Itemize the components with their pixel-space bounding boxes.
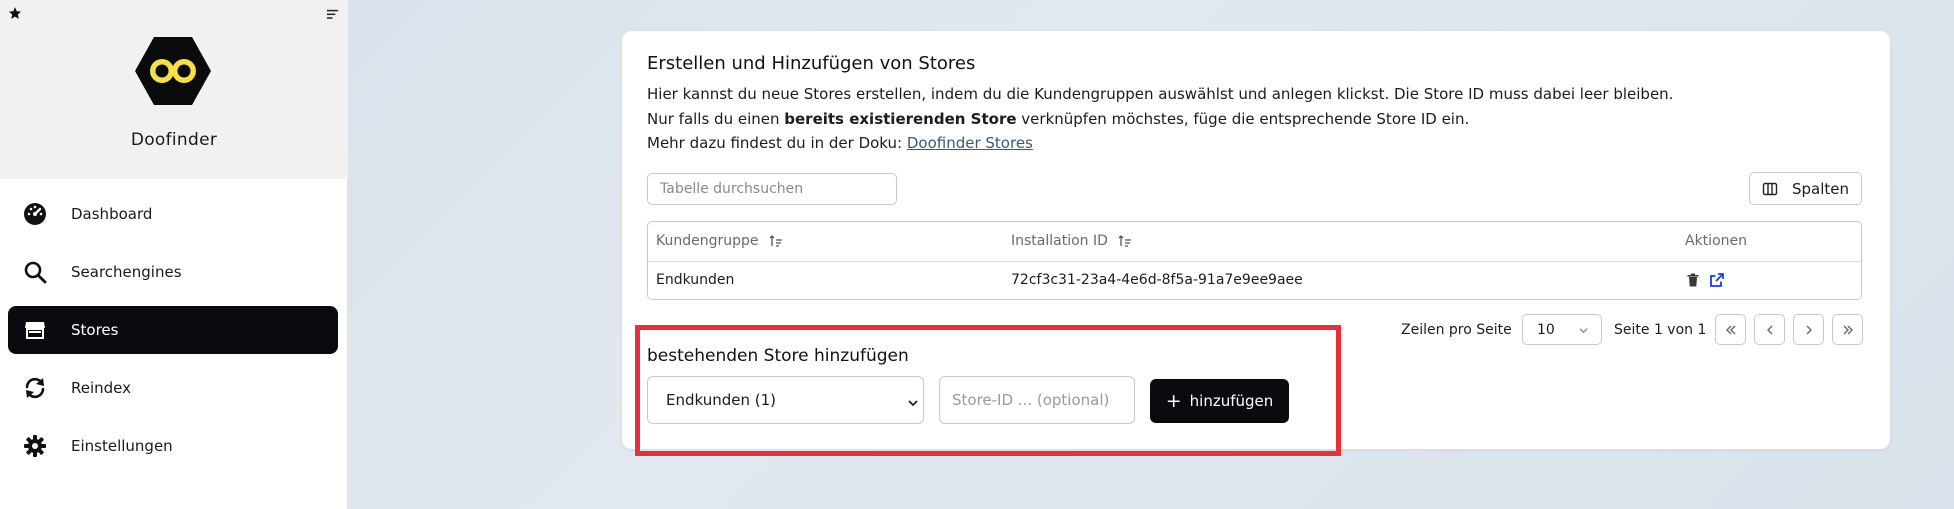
description-line-1: Hier kannst du neue Stores erstellen, in… xyxy=(647,85,1674,103)
page-indicator: Seite 1 von 1 xyxy=(1614,322,1707,338)
plus-icon: + xyxy=(1165,389,1182,412)
first-page-button[interactable] xyxy=(1715,314,1746,345)
description-text: verknüpfen möchstes, füge die entspreche… xyxy=(1016,110,1470,128)
row-actions xyxy=(1685,272,1725,288)
doofinder-logo-icon xyxy=(134,35,212,107)
description-bold: bereits existierenden Store xyxy=(784,110,1017,128)
sidebar-item-label: Reindex xyxy=(71,379,132,397)
description-text: Nur falls du einen xyxy=(647,110,785,128)
sidebar-item-einstellungen[interactable]: Einstellungen xyxy=(8,422,338,470)
chevron-down-icon xyxy=(1578,324,1589,335)
sort-icon[interactable] xyxy=(769,234,783,248)
sidebar-item-label: Searchengines xyxy=(71,263,182,281)
doofinder-stores-link[interactable]: Doofinder Stores xyxy=(907,134,1033,152)
sidebar-item-label: Stores xyxy=(71,321,119,339)
card-title: Erstellen und Hinzufügen von Stores xyxy=(647,53,976,74)
gauge-icon xyxy=(22,201,48,227)
customer-group-select[interactable]: Endkunden (1) xyxy=(647,376,924,424)
stores-table: Kundengruppe Installation ID Aktionen En… xyxy=(647,221,1862,300)
sidebar-item-searchengines[interactable]: Searchengines xyxy=(8,248,338,296)
columns-button-label: Spalten xyxy=(1792,179,1850,198)
column-header-kundengruppe[interactable]: Kundengruppe xyxy=(656,233,783,249)
store-id-input[interactable] xyxy=(939,376,1135,424)
column-header-label: Installation ID xyxy=(1011,233,1108,249)
rows-per-page-value: 10 xyxy=(1537,321,1555,338)
brand-name: Doofinder xyxy=(130,130,218,150)
last-page-button[interactable] xyxy=(1832,314,1863,345)
customer-group-value: Endkunden (1) xyxy=(666,391,777,409)
description-text: Mehr dazu findest du in der Doku: xyxy=(647,134,907,152)
search-icon xyxy=(22,259,48,285)
columns-button[interactable]: Spalten xyxy=(1749,172,1862,205)
prev-page-button[interactable] xyxy=(1754,314,1785,345)
refresh-icon xyxy=(22,375,48,401)
cell-kundengruppe: Endkunden xyxy=(656,272,735,288)
sidebar-item-reindex[interactable]: Reindex xyxy=(8,364,338,412)
sidebar-header: Doofinder xyxy=(0,0,348,179)
sidebar: Doofinder Dashboard Searchengines Stores… xyxy=(0,0,348,509)
store-icon xyxy=(22,317,48,343)
external-link-icon[interactable] xyxy=(1709,272,1725,288)
chevrons-left-icon xyxy=(1725,325,1735,334)
sidebar-nav: Dashboard Searchengines Stores Reindex E… xyxy=(8,190,338,480)
columns-icon xyxy=(1762,181,1778,197)
column-header-label: Aktionen xyxy=(1685,233,1747,249)
column-header-aktionen: Aktionen xyxy=(1685,233,1747,249)
trash-icon[interactable] xyxy=(1685,272,1701,288)
chevron-right-icon xyxy=(1806,325,1812,334)
menu-icon[interactable] xyxy=(326,6,339,19)
add-store-button[interactable]: + hinzufügen xyxy=(1150,379,1289,423)
table-header: Kundengruppe Installation ID Aktionen xyxy=(648,222,1861,262)
description-line-3: Mehr dazu findest du in der Doku: Doofin… xyxy=(647,134,1033,152)
chevrons-right-icon xyxy=(1843,325,1853,334)
table-search-input[interactable] xyxy=(647,173,897,205)
chevron-left-icon xyxy=(1766,325,1772,334)
add-store-title: bestehenden Store hinzufügen xyxy=(647,346,909,366)
star-icon[interactable] xyxy=(8,5,22,19)
sidebar-item-label: Einstellungen xyxy=(71,437,173,455)
add-store-button-label: hinzufügen xyxy=(1189,392,1274,410)
rows-per-page-label: Zeilen pro Seite xyxy=(1401,322,1512,338)
sidebar-item-dashboard[interactable]: Dashboard xyxy=(8,190,338,238)
chevron-down-icon xyxy=(907,395,919,407)
sort-icon[interactable] xyxy=(1118,234,1132,248)
cell-installation-id: 72cf3c31-23a4-4e6d-8f5a-91a7e9ee9aee xyxy=(1011,272,1303,288)
table-row: Endkunden 72cf3c31-23a4-4e6d-8f5a-91a7e9… xyxy=(648,262,1861,299)
column-header-label: Kundengruppe xyxy=(656,233,759,249)
sidebar-item-stores[interactable]: Stores xyxy=(8,306,338,354)
next-page-button[interactable] xyxy=(1793,314,1824,345)
column-header-installation-id[interactable]: Installation ID xyxy=(1011,233,1132,249)
gear-icon xyxy=(22,433,48,459)
description-line-2: Nur falls du einen bereits existierenden… xyxy=(647,110,1469,128)
sidebar-item-label: Dashboard xyxy=(71,205,153,223)
rows-per-page-select[interactable]: 10 xyxy=(1522,314,1602,345)
